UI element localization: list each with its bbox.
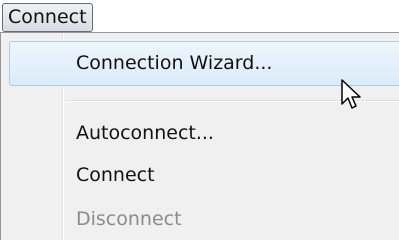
- menu-item-label: Connect: [76, 164, 155, 186]
- menu-item-connect[interactable]: Connect: [1, 153, 399, 197]
- menu-item-disconnect: Disconnect: [1, 197, 399, 240]
- menu-item-label: Connection Wizard...: [76, 52, 273, 74]
- mouse-pointer-icon: [341, 79, 361, 109]
- menubar-item-label: Connect: [8, 6, 87, 28]
- connect-dropdown-menu: Connection Wizard... Autoconnect... Conn…: [0, 32, 399, 240]
- application-window: Connect Connection Wizard... Autoconnect…: [0, 0, 399, 240]
- menubar-item-connect[interactable]: Connect: [2, 3, 93, 32]
- menu-item-label: Disconnect: [76, 208, 182, 230]
- menu-item-autoconnect[interactable]: Autoconnect...: [1, 111, 399, 155]
- menu-item-label: Autoconnect...: [76, 122, 214, 144]
